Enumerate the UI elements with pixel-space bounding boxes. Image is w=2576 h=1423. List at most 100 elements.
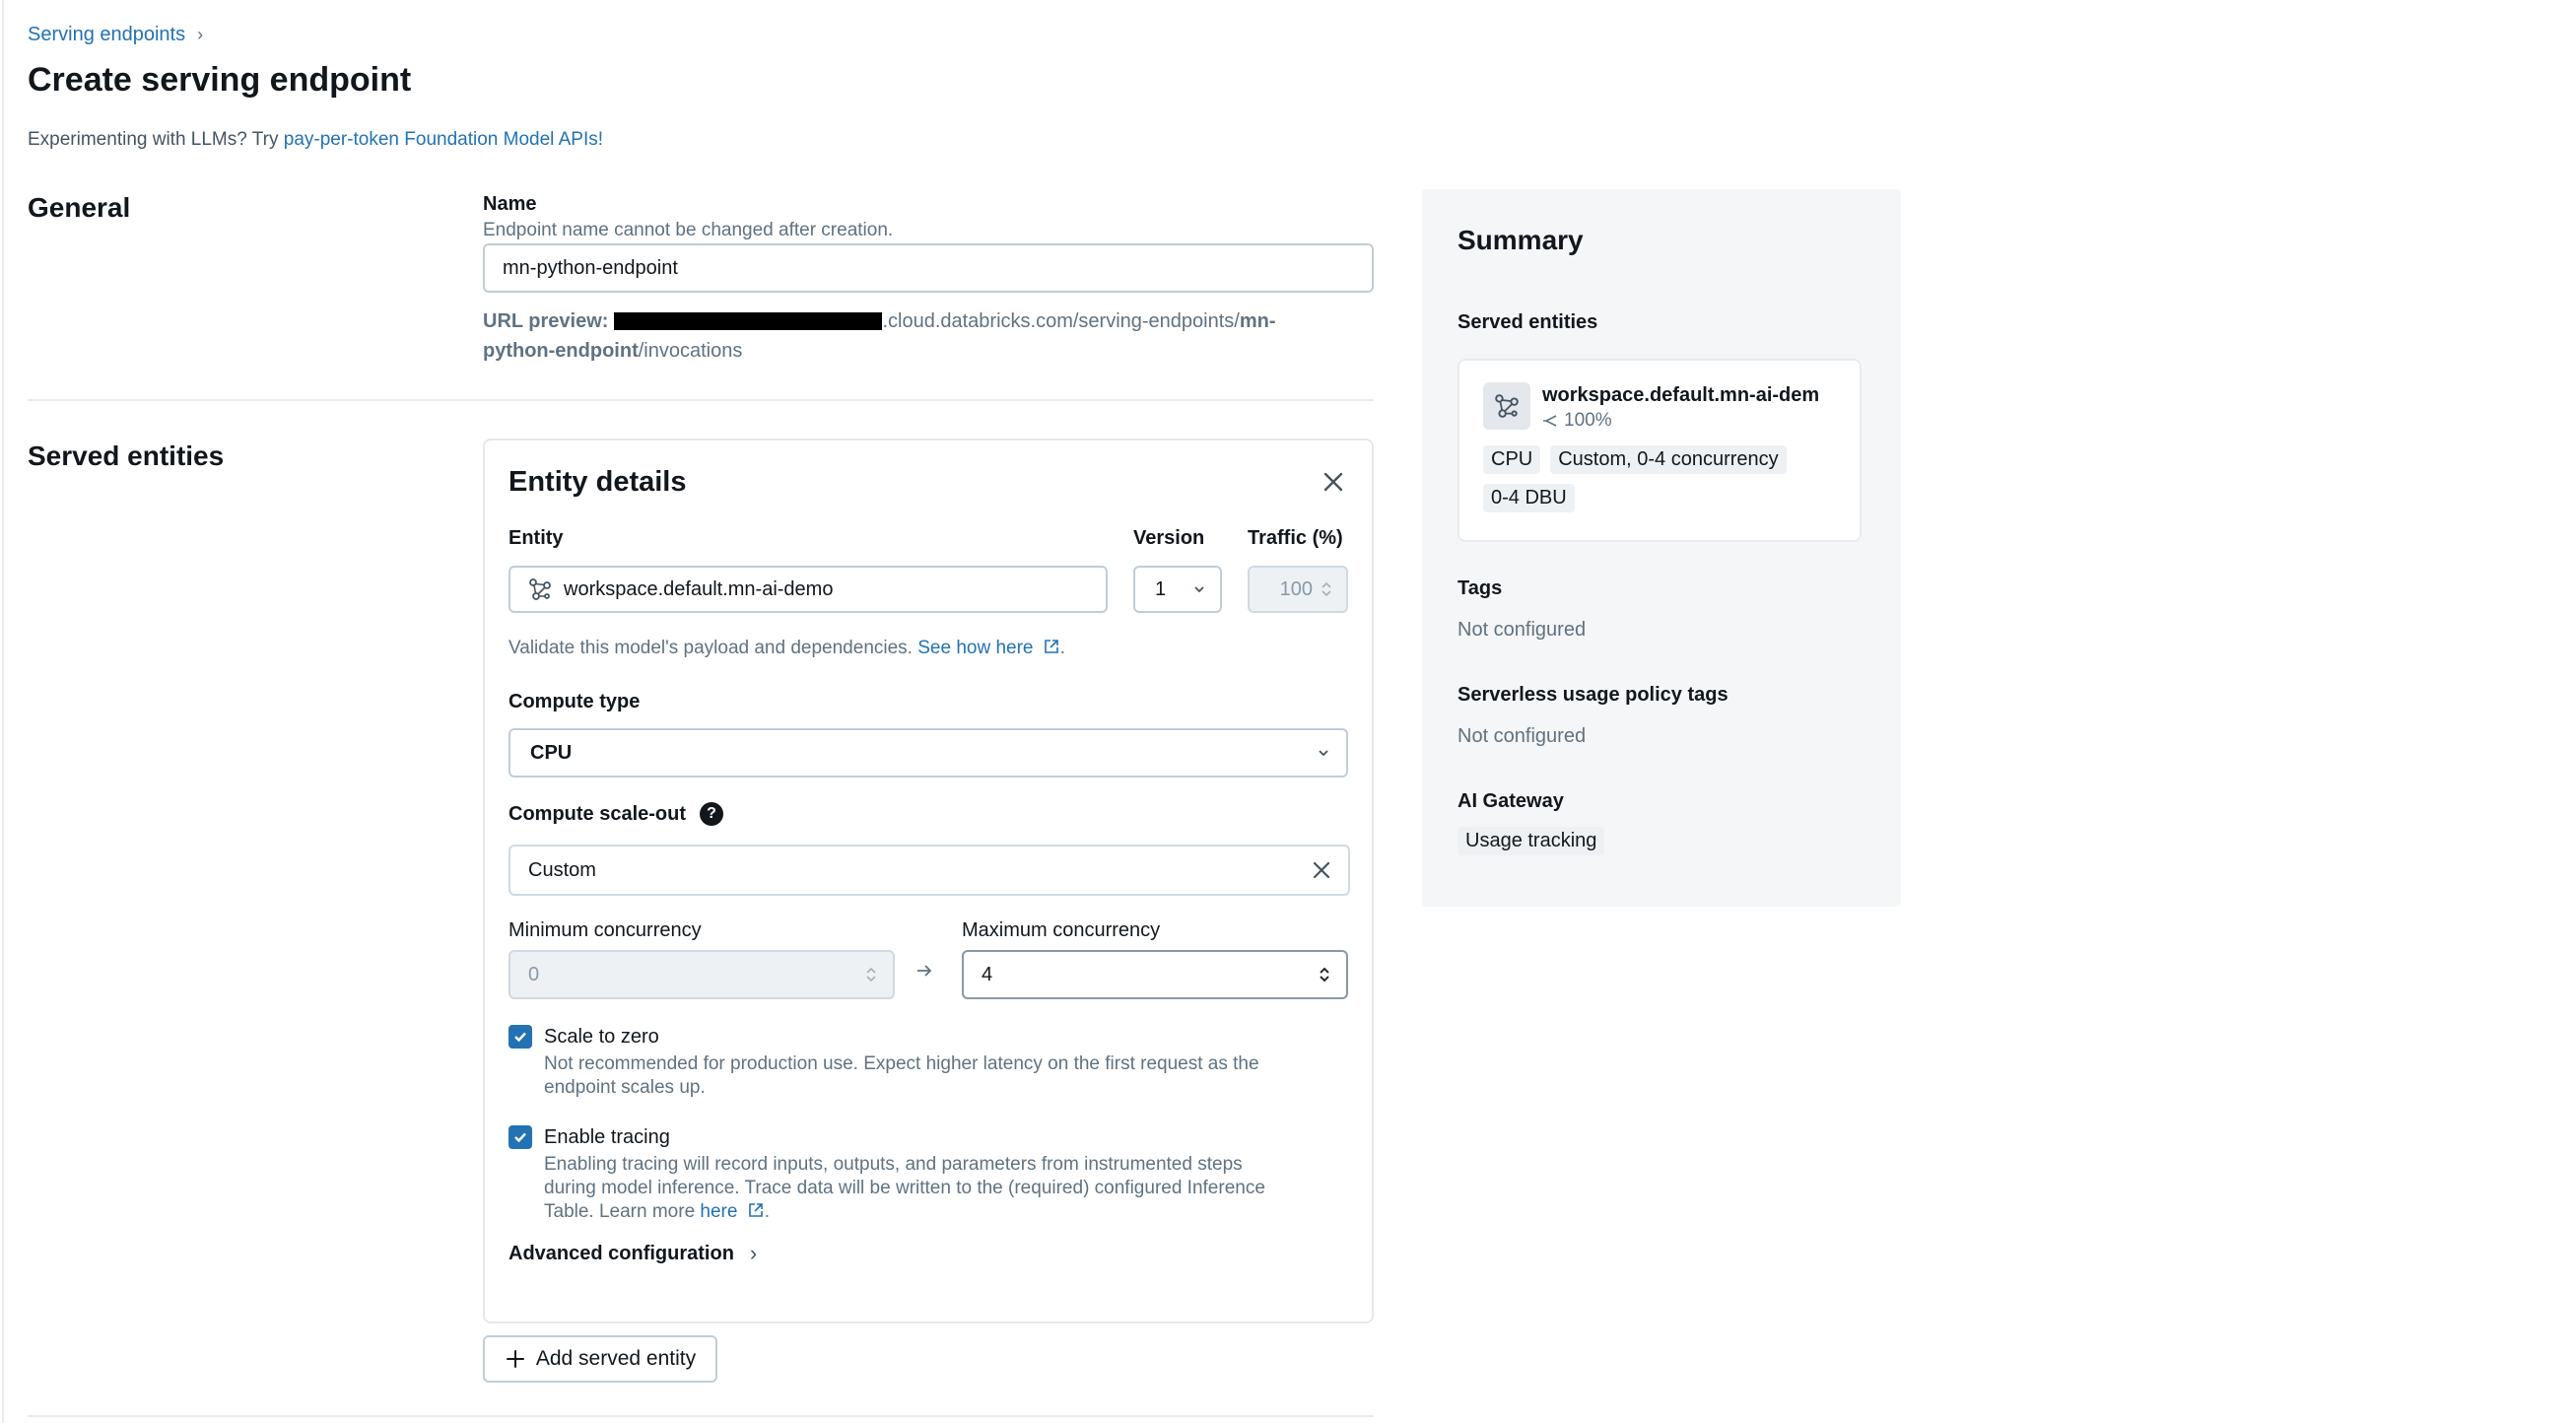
traffic-input[interactable]: 100 — [1248, 566, 1348, 613]
compute-type-label: Compute type — [508, 691, 641, 712]
enable-tracing-checkbox[interactable] — [508, 1125, 532, 1149]
foundation-model-link[interactable]: pay-per-token Foundation Model APIs! — [284, 129, 603, 150]
traffic-split-icon — [1543, 415, 1557, 427]
summary-tags-label: Tags — [1457, 577, 1503, 599]
arrow-right-icon — [915, 961, 934, 985]
scale-to-zero-label: Scale to zero — [544, 1026, 659, 1048]
add-served-entity-label: Add served entity — [535, 1347, 697, 1370]
scaleout-label: Compute scale-out — [508, 802, 687, 825]
breadcrumb-link-serving-endpoints[interactable]: Serving endpoints — [28, 24, 185, 46]
general-section-title: General — [28, 192, 131, 223]
name-label: Name — [483, 193, 537, 215]
scale-to-zero-description: Not recommended for production use. Expe… — [544, 1052, 1259, 1100]
scale-to-zero-checkbox[interactable] — [508, 1025, 532, 1049]
summary-entity-tags: CPU Custom, 0-4 concurrency 0-4 DBU — [1483, 445, 1848, 512]
max-concurrency-input[interactable]: 4 — [962, 950, 1348, 999]
endpoint-name-value: mn-python-endpoint — [503, 256, 678, 279]
url-preview-name-part2: python-endpoint — [483, 340, 639, 362]
entity-input[interactable]: workspace.default.mn-ai-demo — [508, 566, 1108, 613]
summary-ai-gateway-label: AI Gateway — [1457, 790, 1564, 812]
chevron-down-icon — [1319, 750, 1328, 757]
breadcrumb: Serving endpoints › — [28, 24, 203, 46]
scale-to-zero-desc-line2: endpoint scales up. — [544, 1077, 706, 1098]
redacted-hostname — [614, 312, 883, 330]
clear-icon — [1313, 861, 1330, 879]
summary-tag-concurrency: Custom, 0-4 concurrency — [1550, 445, 1787, 474]
summary-tag-compute: CPU — [1483, 445, 1541, 474]
llm-notice: Experimenting with LLMs? Try pay-per-tok… — [28, 129, 603, 151]
external-link-icon — [1044, 640, 1058, 653]
entity-label: Entity — [508, 527, 564, 549]
add-served-entity-button[interactable]: Add served entity — [483, 1335, 717, 1383]
left-border — [2, 0, 4, 1423]
summary-policy-tags-label: Serverless usage policy tags — [1457, 684, 1729, 706]
endpoint-name-input[interactable]: mn-python-endpoint — [483, 243, 1374, 293]
summary-tag-dbu: 0-4 DBU — [1483, 484, 1575, 512]
entity-details-title: Entity details — [508, 466, 687, 498]
checkmark-icon — [514, 1032, 526, 1043]
scaleout-value: Custom — [528, 858, 596, 881]
compute-type-value: CPU — [530, 741, 573, 764]
summary-entity-name: workspace.default.mn-ai-dem — [1542, 384, 1820, 406]
max-concurrency-label: Maximum concurrency — [962, 919, 1161, 941]
summary-title: Summary — [1457, 225, 1584, 255]
stepper-icon — [866, 967, 876, 983]
chevron-right-icon: › — [197, 25, 204, 44]
stepper-icon — [1320, 967, 1329, 983]
summary-policy-tags-value: Not configured — [1457, 725, 1587, 747]
summary-served-entities-label: Served entities — [1457, 311, 1598, 333]
section-divider — [28, 399, 1374, 401]
summary-ai-gateway-tags: Usage tracking — [1457, 827, 1605, 855]
tracing-learn-more-link[interactable]: here — [700, 1201, 737, 1222]
max-concurrency-value: 4 — [982, 963, 993, 985]
advanced-configuration-label: Advanced configuration — [508, 1242, 734, 1264]
url-preview: URL preview: .cloud.databricks.com/servi… — [483, 306, 1370, 366]
chevron-right-icon: › — [749, 1241, 758, 1265]
scale-to-zero-desc-line1: Not recommended for production use. Expe… — [544, 1053, 1259, 1074]
name-hint: Endpoint name cannot be changed after cr… — [483, 220, 894, 240]
url-preview-name-part1: mn- — [1239, 310, 1276, 332]
model-icon — [529, 578, 551, 600]
tracing-desc-line2: during model inference. Trace data will … — [544, 1178, 1265, 1198]
stepper-icon — [1322, 581, 1331, 597]
validate-hint-text: Validate this model's payload and depend… — [508, 638, 918, 658]
checkmark-icon — [514, 1132, 526, 1143]
validate-hint: Validate this model's payload and depend… — [508, 638, 1066, 658]
enable-tracing-description: Enabling tracing will record inputs, out… — [544, 1154, 1265, 1222]
advanced-configuration-toggle[interactable]: Advanced configuration › — [508, 1241, 757, 1266]
summary-entity-traffic-value: 100% — [1564, 410, 1612, 431]
version-value: 1 — [1155, 577, 1167, 600]
url-preview-suffix: /invocations — [638, 340, 743, 362]
close-icon[interactable] — [1320, 468, 1347, 496]
model-icon — [1483, 382, 1530, 430]
url-preview-middle: .cloud.databricks.com/serving-endpoints/ — [882, 310, 1240, 332]
summary-panel: Summary Served entities workspace.defaul… — [1422, 189, 1901, 907]
bottom-divider — [28, 1415, 1374, 1417]
external-link-icon — [748, 1203, 763, 1217]
enable-tracing-label: Enable tracing — [544, 1126, 670, 1148]
chevron-down-icon — [1194, 586, 1204, 593]
summary-entity-traffic: 100% — [1542, 410, 1612, 432]
plus-icon — [506, 1350, 524, 1368]
version-select[interactable]: 1 — [1133, 566, 1222, 613]
tracing-desc-line3: Table. Learn more — [544, 1201, 701, 1222]
min-concurrency-label: Minimum concurrency — [508, 919, 702, 941]
entity-value: workspace.default.mn-ai-demo — [564, 577, 834, 600]
url-preview-label: URL preview: — [483, 310, 609, 332]
llm-notice-text: Experimenting with LLMs? Try — [28, 129, 284, 150]
page-title: Create serving endpoint — [28, 61, 412, 99]
traffic-label: Traffic (%) — [1248, 527, 1343, 549]
traffic-value: 100 — [1279, 577, 1313, 600]
summary-tags-value: Not configured — [1457, 619, 1587, 641]
scaleout-label-row: Compute scale-out ? — [508, 802, 724, 826]
min-concurrency-value: 0 — [528, 963, 540, 985]
scaleout-select[interactable]: Custom — [508, 845, 1350, 896]
summary-tag-usage-tracking: Usage tracking — [1457, 827, 1605, 855]
tracing-desc-line1: Enabling tracing will record inputs, out… — [544, 1154, 1243, 1175]
help-icon[interactable]: ? — [700, 802, 724, 826]
min-concurrency-input[interactable]: 0 — [508, 950, 895, 999]
summary-entity-card: workspace.default.mn-ai-dem 100% CPU Cus… — [1457, 359, 1862, 542]
served-entities-section-title: Served entities — [28, 440, 225, 471]
compute-type-select[interactable]: CPU — [508, 728, 1348, 778]
see-how-link[interactable]: See how here — [917, 638, 1033, 658]
